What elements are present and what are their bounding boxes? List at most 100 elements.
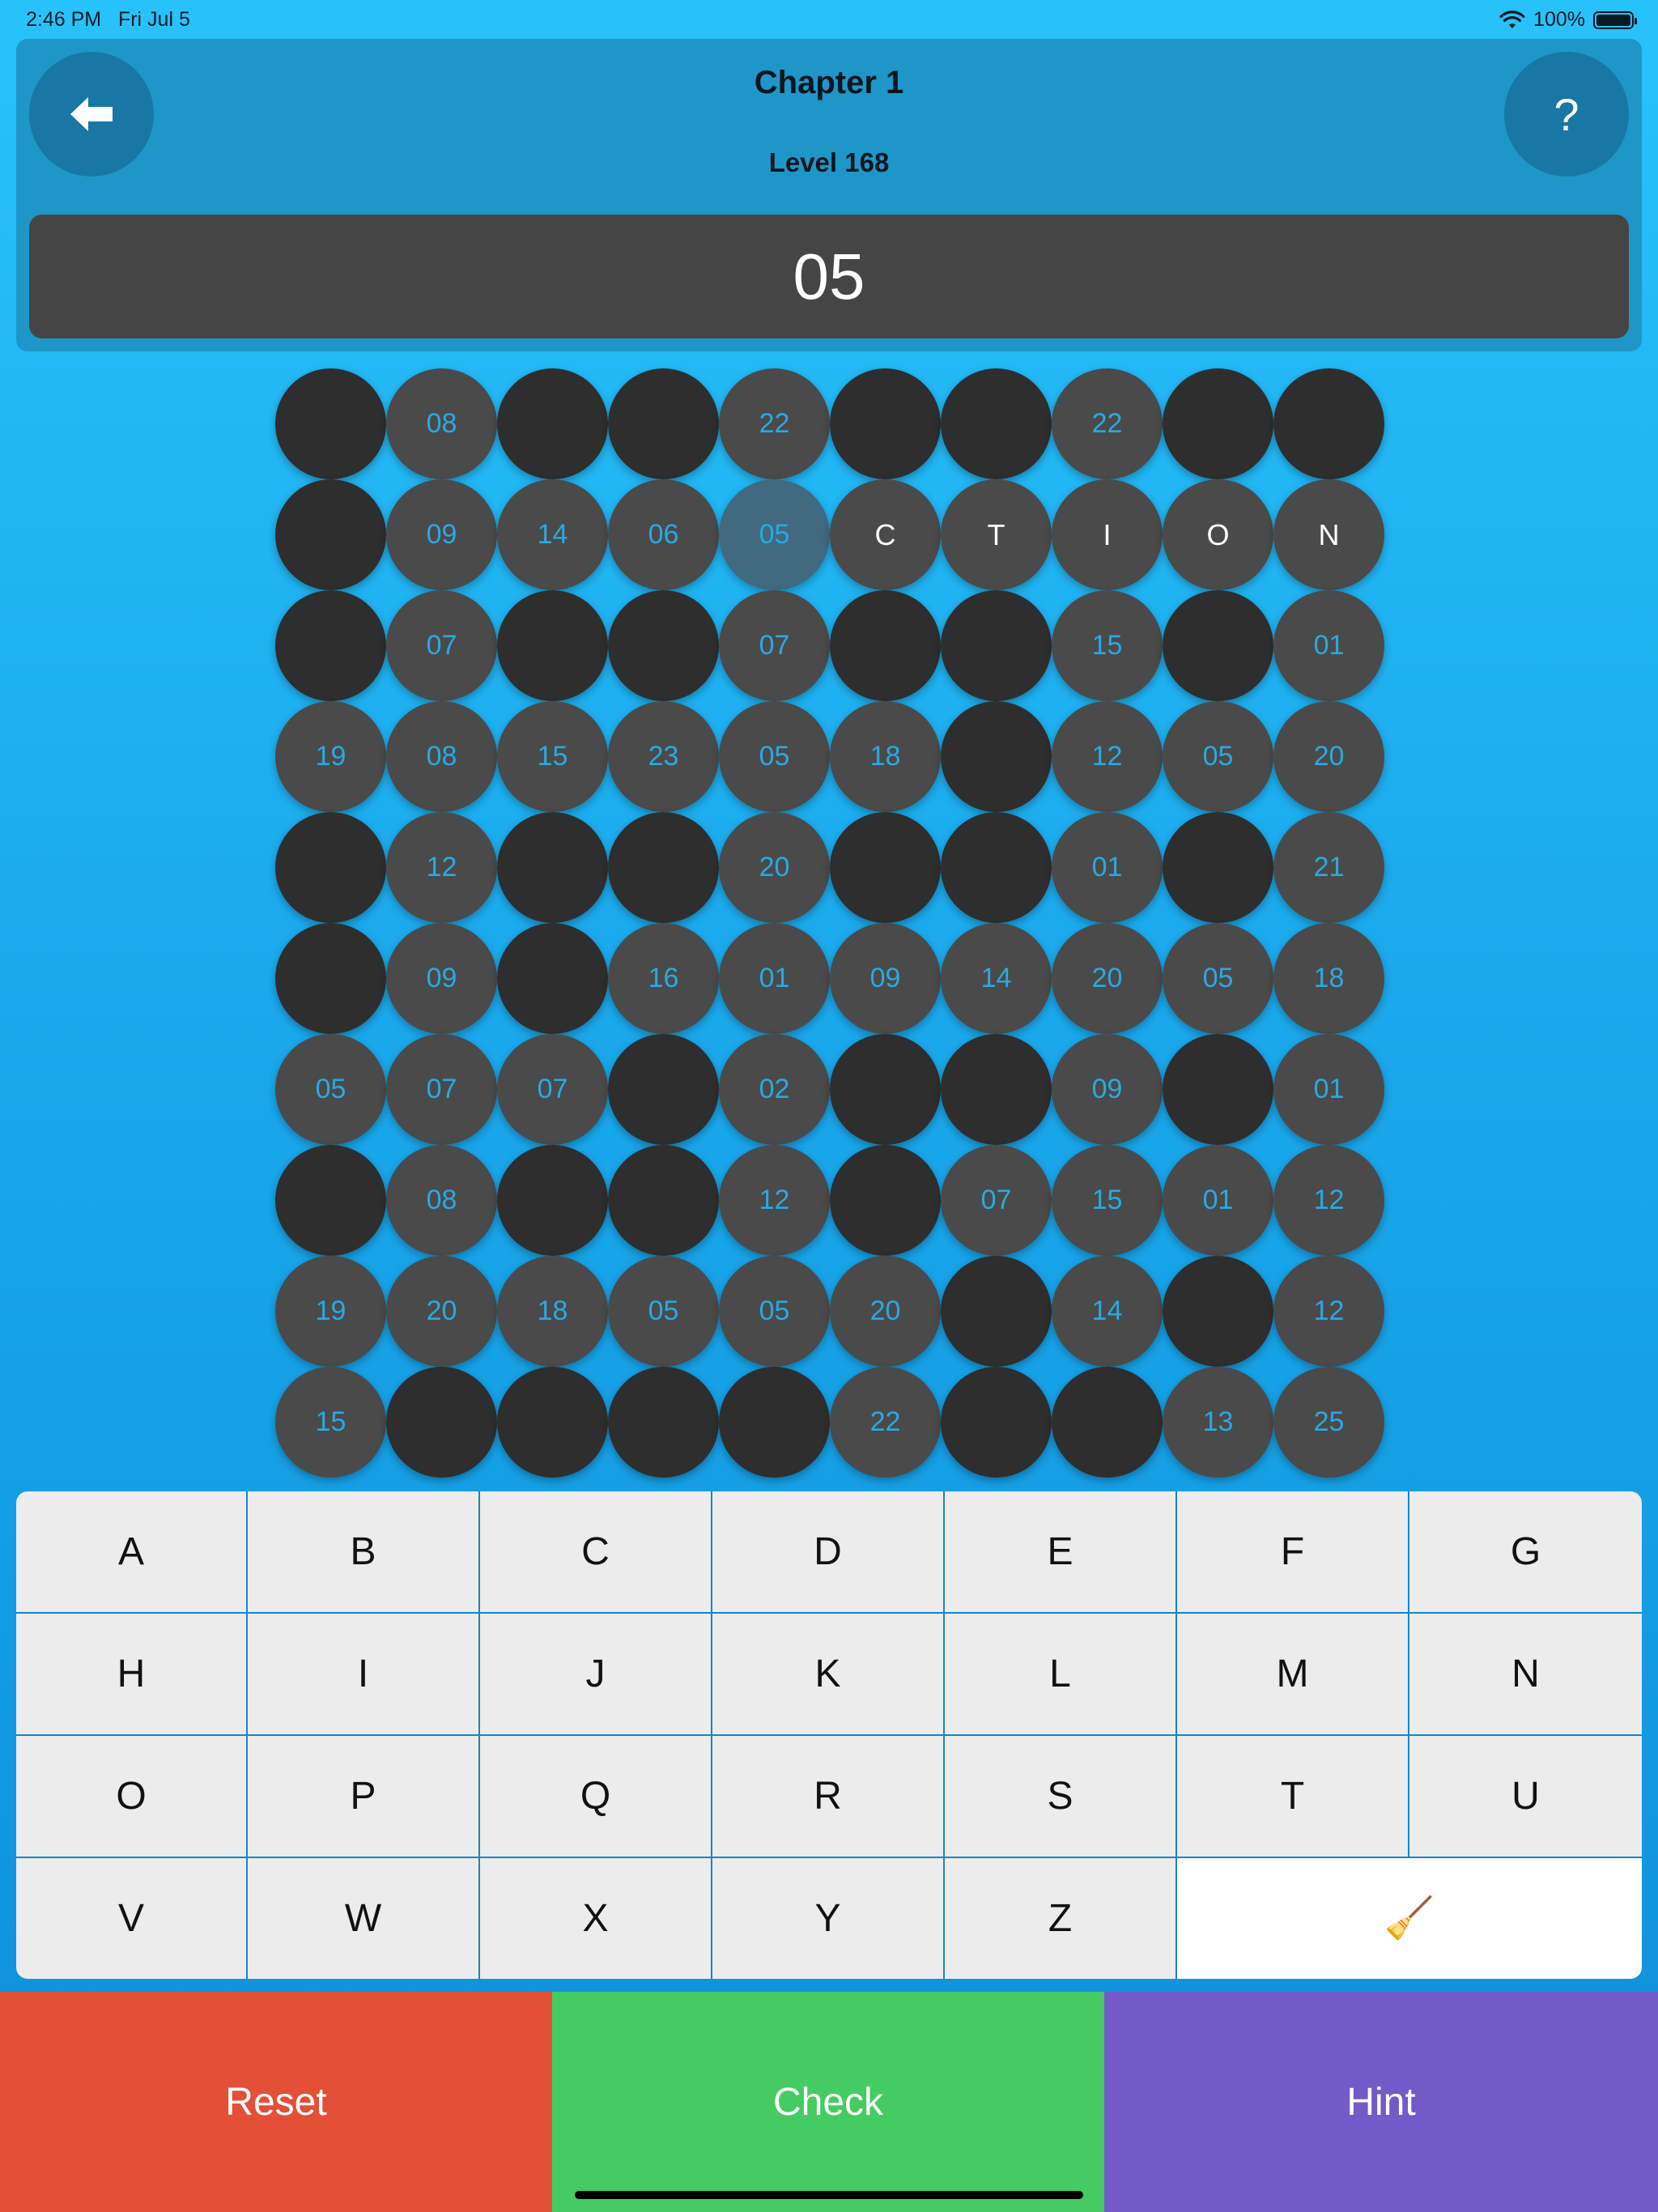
chapter-title: Chapter 1: [754, 65, 904, 100]
grid-cell-number[interactable]: 25: [1273, 1367, 1384, 1478]
grid-cell-blocked: [1163, 1034, 1273, 1145]
grid-cell-number[interactable]: 12: [719, 1145, 830, 1256]
grid-cell-number[interactable]: 16: [608, 923, 719, 1034]
key-z[interactable]: Z: [945, 1858, 1175, 1979]
grid-cell-number[interactable]: 07: [719, 590, 830, 701]
grid-cell-number[interactable]: 07: [386, 1034, 497, 1145]
grid-cell-number[interactable]: 20: [1273, 701, 1384, 812]
grid-cell-number[interactable]: 22: [719, 368, 830, 479]
key-a[interactable]: A: [16, 1491, 246, 1612]
help-button[interactable]: ?: [1504, 52, 1629, 177]
grid-cell-number[interactable]: 23: [608, 701, 719, 812]
grid-cell-number[interactable]: 09: [830, 923, 941, 1034]
grid-cell-number[interactable]: 15: [497, 701, 608, 812]
key-i[interactable]: I: [248, 1614, 478, 1734]
key-s[interactable]: S: [945, 1736, 1175, 1857]
grid-cell-number[interactable]: 07: [386, 590, 497, 701]
key-t[interactable]: T: [1177, 1736, 1408, 1857]
key-b[interactable]: B: [248, 1491, 478, 1612]
grid-cell-number[interactable]: 18: [830, 701, 941, 812]
grid-cell-number[interactable]: 01: [1163, 1145, 1273, 1256]
hint-button[interactable]: Hint: [1104, 1992, 1658, 2212]
grid-cell-blocked: [1273, 368, 1384, 479]
grid-cell-number[interactable]: 18: [497, 1256, 608, 1367]
grid-cell-number[interactable]: 05: [719, 479, 830, 590]
grid-cell-blocked: [608, 368, 719, 479]
grid-cell-number[interactable]: 05: [1163, 923, 1273, 1034]
grid-cell-number[interactable]: 18: [1273, 923, 1384, 1034]
grid-cell-number[interactable]: 20: [1052, 923, 1163, 1034]
grid-cell-number[interactable]: 14: [497, 479, 608, 590]
grid-cell-number[interactable]: 08: [386, 368, 497, 479]
key-w[interactable]: W: [248, 1858, 478, 1979]
grid-cell-number[interactable]: 12: [1273, 1145, 1384, 1256]
key-q[interactable]: Q: [480, 1736, 711, 1857]
grid-cell-number[interactable]: 20: [386, 1256, 497, 1367]
key-f[interactable]: F: [1177, 1491, 1408, 1612]
grid-cell-number[interactable]: 15: [1052, 590, 1163, 701]
grid-cell-number[interactable]: 01: [1052, 812, 1163, 923]
grid-cell-number[interactable]: 15: [1052, 1145, 1163, 1256]
grid-cell-number[interactable]: 20: [830, 1256, 941, 1367]
grid-cell-number[interactable]: 06: [608, 479, 719, 590]
key-k[interactable]: K: [712, 1614, 943, 1734]
grid-cell-number[interactable]: 05: [608, 1256, 719, 1367]
grid-cell-number[interactable]: 14: [1052, 1256, 1163, 1367]
grid-cell-number[interactable]: 12: [1273, 1256, 1384, 1367]
key-m[interactable]: M: [1177, 1614, 1408, 1734]
grid-cell-number[interactable]: 05: [1163, 701, 1273, 812]
clear-key[interactable]: 🧹: [1177, 1858, 1642, 1979]
key-o[interactable]: O: [16, 1736, 246, 1857]
status-indicators: 100%: [1499, 8, 1637, 32]
grid-cell-number[interactable]: 13: [1163, 1367, 1273, 1478]
grid-cell-blocked: [497, 812, 608, 923]
key-y[interactable]: Y: [712, 1858, 943, 1979]
grid-cell-number[interactable]: 05: [275, 1034, 386, 1145]
grid-cell-number[interactable]: 09: [1052, 1034, 1163, 1145]
key-p[interactable]: P: [248, 1736, 478, 1857]
key-n[interactable]: N: [1409, 1614, 1642, 1734]
key-c[interactable]: C: [480, 1491, 711, 1612]
key-v[interactable]: V: [16, 1858, 246, 1979]
grid-cell-number[interactable]: 02: [719, 1034, 830, 1145]
grid-cell-blocked: [941, 1256, 1052, 1367]
grid-cell-number[interactable]: 21: [1273, 812, 1384, 923]
key-g[interactable]: G: [1409, 1491, 1642, 1612]
grid-cell-number[interactable]: 12: [1052, 701, 1163, 812]
grid-cell-number[interactable]: 07: [497, 1034, 608, 1145]
grid-cell-number[interactable]: 22: [1052, 368, 1163, 479]
key-d[interactable]: D: [712, 1491, 943, 1612]
grid-cell-number[interactable]: 08: [386, 1145, 497, 1256]
grid-cell-number[interactable]: 08: [386, 701, 497, 812]
grid-cell-letter[interactable]: T: [941, 479, 1052, 590]
reset-button[interactable]: Reset: [0, 1992, 552, 2212]
grid-cell-number[interactable]: 07: [941, 1145, 1052, 1256]
key-l[interactable]: L: [945, 1614, 1175, 1734]
check-button[interactable]: Check: [552, 1992, 1104, 2212]
grid-cell-number[interactable]: 22: [830, 1367, 941, 1478]
grid-cell-number[interactable]: 15: [275, 1367, 386, 1478]
grid-cell-number[interactable]: 14: [941, 923, 1052, 1034]
grid-cell-number[interactable]: 01: [1273, 1034, 1384, 1145]
grid-cell-number[interactable]: 05: [719, 701, 830, 812]
grid-cell-number[interactable]: 12: [386, 812, 497, 923]
grid-cell-number[interactable]: 19: [275, 1256, 386, 1367]
grid-cell-letter[interactable]: C: [830, 479, 941, 590]
key-e[interactable]: E: [945, 1491, 1175, 1612]
grid-cell-letter[interactable]: I: [1052, 479, 1163, 590]
grid-cell-number[interactable]: 01: [1273, 590, 1384, 701]
grid-cell-number[interactable]: 05: [719, 1256, 830, 1367]
grid-cell-number[interactable]: 09: [386, 479, 497, 590]
grid-cell-number[interactable]: 19: [275, 701, 386, 812]
grid-cell-number[interactable]: 01: [719, 923, 830, 1034]
grid-cell-number[interactable]: 09: [386, 923, 497, 1034]
grid-cell-letter[interactable]: O: [1163, 479, 1273, 590]
key-r[interactable]: R: [712, 1736, 943, 1857]
grid-cell-number[interactable]: 20: [719, 812, 830, 923]
key-u[interactable]: U: [1409, 1736, 1642, 1857]
key-x[interactable]: X: [480, 1858, 711, 1979]
key-h[interactable]: H: [16, 1614, 246, 1734]
key-j[interactable]: J: [480, 1614, 711, 1734]
grid-cell-letter[interactable]: N: [1273, 479, 1384, 590]
grid-cell-blocked: [275, 479, 386, 590]
